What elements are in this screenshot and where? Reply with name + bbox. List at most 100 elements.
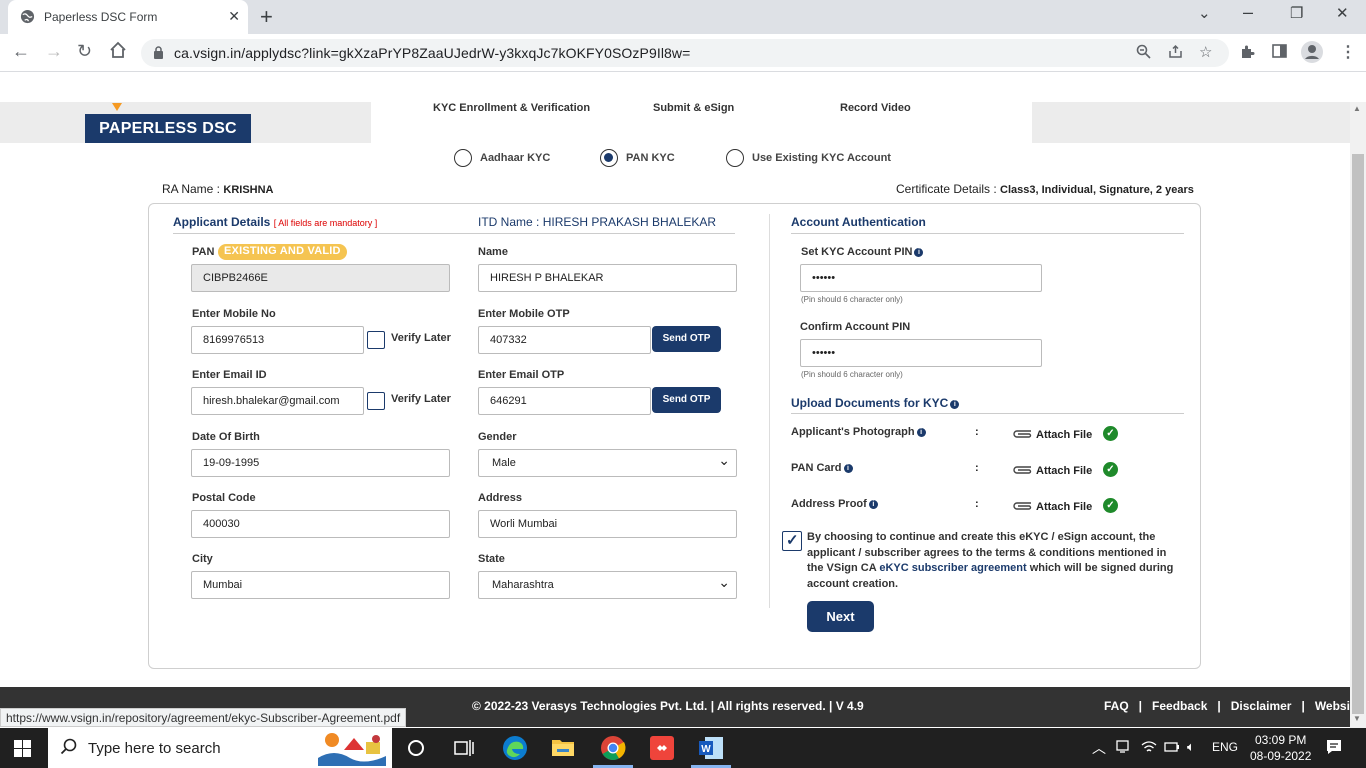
mobile-field[interactable]: 8169976513 [191, 326, 364, 354]
browser-tab[interactable]: Paperless DSC Form ✕ [8, 0, 248, 34]
footer-link-faq[interactable]: FAQ [1104, 699, 1129, 713]
back-arrow-icon[interactable]: ← [12, 41, 30, 62]
new-tab-icon[interactable]: + [260, 4, 273, 30]
web-page: PAPERLESS DSC KYC Enrollment & Verificat… [0, 72, 1350, 727]
account-divider [791, 233, 1184, 234]
page-scrollbar[interactable]: ▲ ▼ [1350, 102, 1366, 728]
tray-device-icon[interactable] [1116, 740, 1132, 757]
battery-icon[interactable] [1164, 740, 1180, 757]
taskbar-clock[interactable]: 03:09 PM 08-09-2022 [1250, 732, 1311, 764]
restore-icon[interactable]: ❐ [1290, 4, 1303, 22]
address-proof-label-text: Address Proof [791, 498, 867, 510]
radio-aadhaar-kyc[interactable] [454, 149, 472, 167]
mobile-otp-field[interactable]: 407332 [478, 326, 651, 354]
radio-existing-kyc[interactable] [726, 149, 744, 167]
zoom-icon[interactable] [1136, 44, 1151, 63]
window-close-icon[interactable]: ✕ [1336, 4, 1349, 22]
radio-pan-label[interactable]: PAN KYC [626, 152, 675, 164]
city-field[interactable]: Mumbai [191, 571, 450, 599]
gender-select-value: Male [492, 457, 516, 469]
column-separator [769, 214, 770, 608]
radio-pan-kyc[interactable] [600, 149, 618, 167]
confirm-pin-field[interactable]: •••••• [800, 339, 1042, 367]
wifi-icon[interactable] [1141, 740, 1157, 757]
forward-arrow-icon[interactable]: → [45, 41, 63, 62]
lock-icon[interactable] [153, 46, 164, 62]
tab-search-chevron-icon[interactable]: ⌄ [1198, 4, 1211, 22]
email-verify-later-label[interactable]: Verify Later [391, 393, 451, 405]
info-icon[interactable]: i [868, 500, 878, 509]
name-field[interactable]: HIRESH P BHALEKAR [478, 264, 737, 292]
extensions-icon[interactable] [1240, 44, 1255, 63]
email-verify-later-checkbox[interactable] [367, 392, 385, 410]
gender-select[interactable]: Male [478, 449, 737, 477]
postal-code-field[interactable]: 400030 [191, 510, 450, 538]
ra-name-value: KRISHNA [223, 184, 274, 196]
radio-aadhaar-label[interactable]: Aadhaar KYC [480, 152, 550, 164]
send-mobile-otp-button[interactable]: Send OTP [652, 326, 721, 352]
set-pin-field[interactable]: •••••• [800, 264, 1042, 292]
task-view-icon[interactable] [454, 739, 474, 760]
upload-divider [791, 413, 1184, 414]
clock-date: 08-09-2022 [1250, 749, 1312, 763]
browser-tab-bar: Paperless DSC Form ✕ + ⌄ – ❐ ✕ [0, 0, 1366, 34]
upload-documents-heading: Upload Documents for KYC [791, 396, 949, 410]
cortana-icon[interactable] [407, 739, 425, 760]
browser-menu-icon[interactable]: ⋮ [1340, 42, 1356, 62]
home-icon[interactable] [109, 41, 127, 64]
photograph-colon: : [975, 426, 979, 438]
browser-toolbar: ← → ↻ ca.vsign.in/applydsc?link=gkXzaPrY… [0, 34, 1366, 72]
scrollbar-thumb[interactable] [1352, 154, 1364, 714]
file-explorer-icon[interactable] [551, 736, 575, 761]
reload-icon[interactable]: ↻ [77, 41, 92, 62]
email-otp-field[interactable]: 646291 [478, 387, 651, 415]
language-indicator[interactable]: ENG [1212, 740, 1238, 754]
footer-link-disclaimer[interactable]: Disclaimer [1231, 699, 1292, 713]
postal-code-label: Postal Code [192, 492, 256, 504]
scroll-down-arrow-icon[interactable]: ▼ [1353, 714, 1361, 723]
mobile-verify-later-label[interactable]: Verify Later [391, 332, 451, 344]
bookmark-star-icon[interactable]: ☆ [1199, 43, 1212, 61]
side-panel-icon[interactable] [1272, 44, 1287, 62]
address-proof-colon: : [975, 498, 979, 510]
dob-field[interactable]: 19-09-1995 [191, 449, 450, 477]
send-email-otp-button[interactable]: Send OTP [652, 387, 721, 413]
info-icon[interactable]: i [916, 428, 926, 437]
ekyc-agreement-link[interactable]: eKYC subscriber agreement [879, 562, 1026, 574]
address-proof-attach-button[interactable]: Attach File [1011, 500, 1092, 513]
info-icon[interactable]: i [914, 248, 924, 257]
address-field[interactable]: Worli Mumbai [478, 510, 737, 538]
notifications-icon[interactable] [1325, 738, 1343, 759]
info-icon[interactable]: i [950, 400, 960, 409]
address-bar[interactable]: ca.vsign.in/applydsc?link=gkXzaPrYP8ZaaU… [141, 39, 1229, 67]
photograph-attach-button[interactable]: Attach File [1011, 428, 1092, 441]
minimize-icon[interactable]: – [1243, 2, 1253, 23]
search-icon [60, 738, 78, 759]
anydesk-icon[interactable] [649, 735, 675, 764]
tray-chevron-up-icon[interactable]: ︿ [1092, 738, 1106, 758]
tab-close-icon[interactable]: ✕ [228, 8, 240, 25]
email-field[interactable]: hiresh.bhalekar@gmail.com [191, 387, 364, 415]
share-icon[interactable] [1168, 44, 1183, 63]
pan-card-attach-button[interactable]: Attach File [1011, 464, 1092, 477]
agreement-checkbox[interactable] [782, 531, 802, 551]
word-icon[interactable]: W [698, 735, 724, 764]
confirm-pin-hint: (Pin should 6 character only) [801, 370, 903, 379]
profile-avatar-icon[interactable] [1301, 41, 1323, 67]
mobile-otp-label: Enter Mobile OTP [478, 308, 570, 320]
windows-start-icon[interactable] [14, 740, 31, 760]
state-select[interactable]: Maharashtra [478, 571, 737, 599]
chrome-browser-icon[interactable] [600, 735, 626, 764]
radio-existing-label[interactable]: Use Existing KYC Account [752, 152, 891, 164]
footer-link-website[interactable]: Website [1315, 699, 1350, 713]
info-icon[interactable]: i [843, 464, 853, 473]
edge-browser-icon[interactable] [502, 735, 528, 764]
taskbar-search-box[interactable]: Type here to search [48, 728, 392, 768]
volume-icon[interactable]: 🔈︎ [1187, 739, 1195, 755]
scroll-up-arrow-icon[interactable]: ▲ [1353, 104, 1361, 113]
mobile-verify-later-checkbox[interactable] [367, 331, 385, 349]
globe-icon [20, 9, 35, 27]
next-button[interactable]: Next [807, 601, 874, 632]
footer-link-feedback[interactable]: Feedback [1152, 699, 1207, 713]
copyright-text: © 2022-23 Verasys Technologies Pvt. Ltd.… [472, 699, 864, 713]
